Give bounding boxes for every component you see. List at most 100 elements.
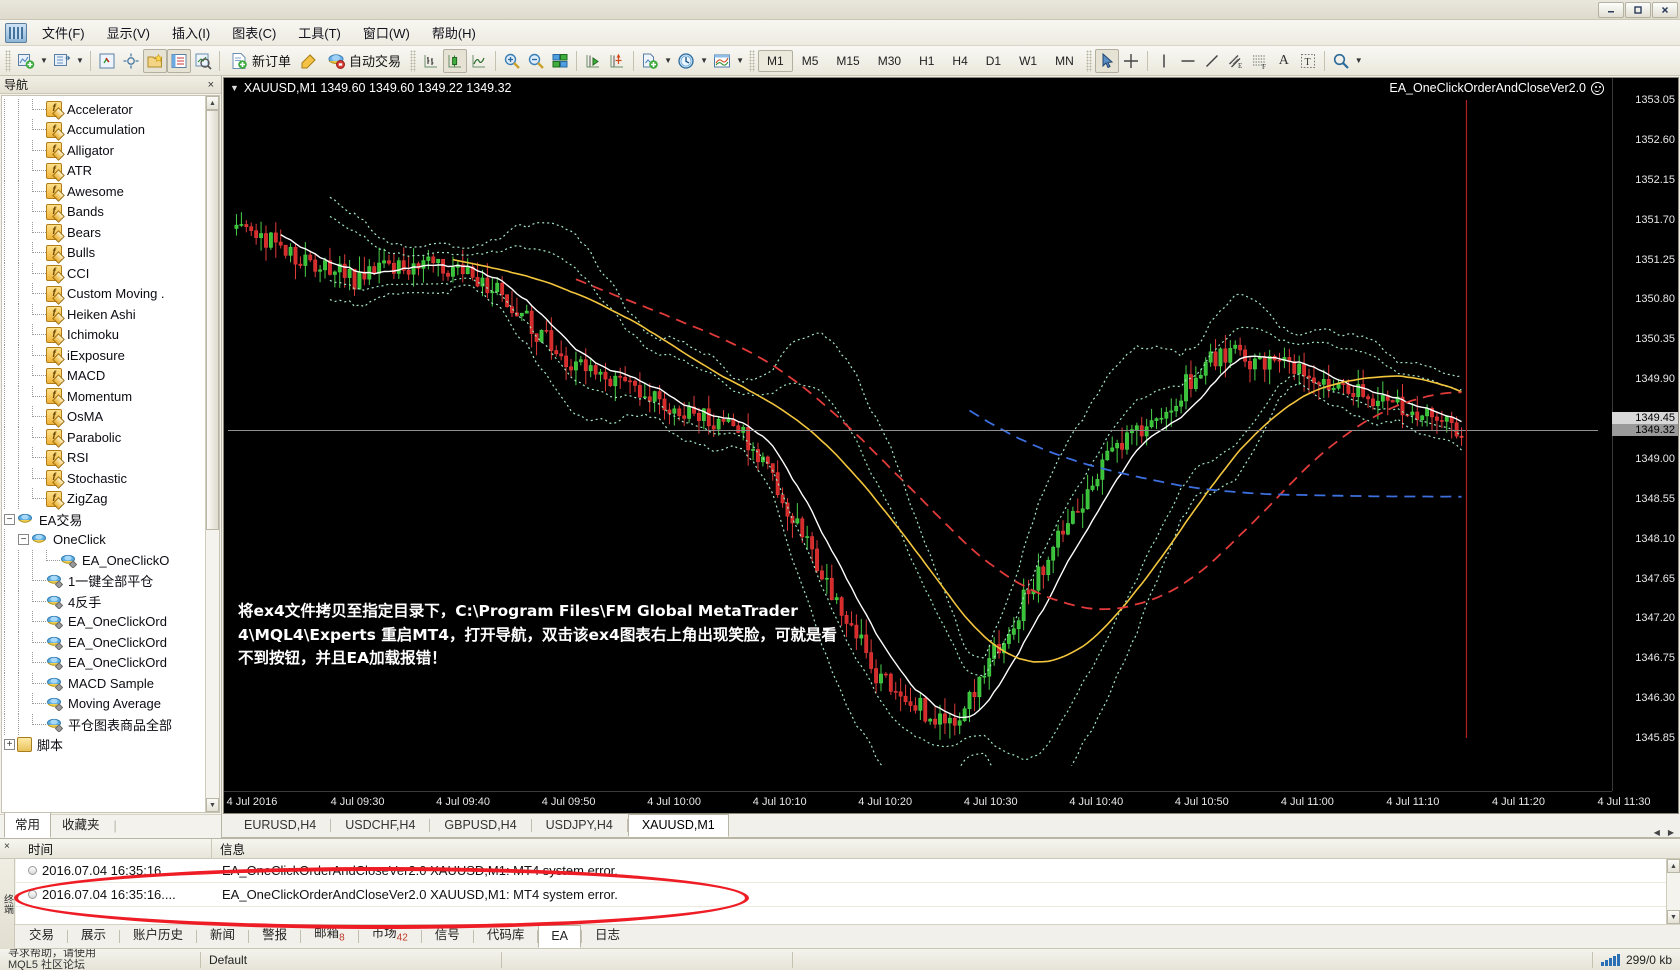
nav-item-平仓图表商品全部[interactable]: 平仓图表商品全部 [2,713,205,735]
bar-chart-button[interactable] [419,49,443,73]
column-header-message[interactable]: 信息 [212,839,1680,858]
autotrading-button[interactable]: 自动交易 [321,49,407,73]
terminal-scroll-track[interactable] [1667,873,1680,910]
timeframe-h4[interactable]: H4 [943,50,976,72]
tree-expander[interactable]: − [4,513,15,525]
navigator-scroll-track[interactable] [206,110,219,798]
nav-item-bulls[interactable]: f Bulls [2,242,205,264]
nav-item-alligator[interactable]: f Alligator [2,139,205,161]
chart-tab-xauusd[interactable]: XAUUSD,M1 [627,814,729,837]
data-window-button[interactable] [119,49,143,73]
terminal-tab-2[interactable]: 账户历史 [120,920,196,948]
table-row[interactable]: 2016.07.04 16:35:16.... EA_OneClickOrder… [16,859,1680,883]
navigator-scroll-thumb[interactable] [206,110,219,530]
menu-insert[interactable]: 插入(I) [161,20,221,45]
terminal-scroll-down-icon[interactable]: ▼ [1667,910,1680,924]
navigator-tab-common[interactable]: 常用 [4,810,52,838]
time-axis[interactable]: 4 Jul 2016 4 Jul 09:30 4 Jul 09:40 4 Jul 09… [224,791,1651,813]
cursor-tool-button[interactable] [1094,48,1119,73]
vertical-line-tool-button[interactable] [1152,49,1176,73]
toolbar-grip[interactable] [5,49,11,72]
timeframe-d1[interactable]: D1 [977,50,1010,72]
nav-item-atr[interactable]: f ATR [2,160,205,182]
nav-item-moving-average[interactable]: Moving Average [2,693,205,715]
navigator-scrollbar[interactable]: ▲ ▼ [205,96,219,812]
search-icon-button[interactable] [1329,49,1353,73]
nav-item-zigzag[interactable]: f ZigZag [2,488,205,510]
price-axis[interactable]: 1353.05 1352.60 1352.15 1351.70 1351.25 1350.… [1612,78,1678,791]
toolbar-grip-3[interactable] [749,49,756,72]
nav-item-parabolic[interactable]: f Parabolic [2,426,205,448]
menu-window[interactable]: 窗口(W) [352,20,421,45]
navigator-close-icon[interactable]: × [205,79,217,91]
profiles-button[interactable] [50,49,74,73]
nav-item-accumulation[interactable]: f Accumulation [2,119,205,141]
window-maximize-button[interactable] [1625,1,1651,18]
nav-item-脚本[interactable]: + 脚本 [2,735,205,756]
nav-item-macd-sample[interactable]: MACD Sample [2,672,205,694]
timeframe-m30[interactable]: M30 [869,50,910,72]
chart-tab-usdjpy[interactable]: USDJPY,H4 [532,814,627,837]
terminal-tab-5[interactable]: 邮箱8 [301,918,358,949]
nav-item-4反手[interactable]: 4反手 [2,590,205,612]
new-order-button[interactable]: 新订单 [224,49,297,73]
horizontal-line-tool-button[interactable] [1176,49,1200,73]
terminal-message-list[interactable]: 2016.07.04 16:35:16.... EA_OneClickOrder… [16,859,1680,924]
menu-file[interactable]: 文件(F) [31,20,96,45]
equidistant-channel-tool-button[interactable]: E [1224,49,1248,73]
terminal-tab-0[interactable]: 交易 [16,920,67,948]
timeframe-m5[interactable]: M5 [793,50,828,72]
tile-windows-button[interactable] [548,49,572,73]
candlestick-chart-button[interactable] [443,48,468,73]
zoom-out-button[interactable] [524,49,548,73]
terminal-tab-4[interactable]: 警报 [249,920,300,948]
add-indicator-button[interactable] [638,49,662,73]
line-chart-button[interactable] [467,49,491,73]
zoom-in-button[interactable] [500,49,524,73]
tree-expander[interactable]: − [18,534,29,546]
trendline-tool-button[interactable] [1200,49,1224,73]
profiles-dropdown-caret[interactable]: ▼ [74,56,86,65]
nav-item-rsi[interactable]: f RSI [2,447,205,469]
add-indicator-dropdown-caret[interactable]: ▼ [662,56,674,65]
window-close-button[interactable] [1652,1,1678,18]
fibonacci-tool-button[interactable]: F [1248,49,1272,73]
nav-item-heiken-ashi[interactable]: f Heiken Ashi [2,303,205,325]
nav-item-stochastic[interactable]: f Stochastic [2,467,205,489]
templates-dropdown-caret[interactable]: ▼ [734,56,746,65]
terminal-tab-10[interactable]: 日志 [582,920,633,948]
nav-item-awesome[interactable]: f Awesome [2,180,205,202]
chart-tabs-right-arrow-icon[interactable]: ▶ [1664,828,1678,837]
column-header-time[interactable]: 时间 [16,839,212,858]
terminal-tab-1[interactable]: 展示 [68,920,119,948]
new-chart-dropdown-caret[interactable]: ▼ [38,56,50,65]
tree-expander[interactable]: + [4,739,15,751]
chart-tab-usdchf[interactable]: USDCHF,H4 [331,814,429,837]
navigator-tab-favorites[interactable]: 收藏夹 [51,810,111,838]
period-button[interactable] [674,49,698,73]
terminal-scroll-up-icon[interactable]: ▲ [1667,859,1680,873]
menu-tools[interactable]: 工具(T) [287,20,352,45]
nav-item-ea_oneclicko[interactable]: EA_OneClickO [2,549,205,571]
nav-item-ea交易[interactable]: − EA交易 [2,509,205,530]
nav-item-cci[interactable]: f CCI [2,262,205,284]
menu-view[interactable]: 显示(V) [96,20,161,45]
nav-item-macd[interactable]: f MACD [2,365,205,387]
crosshair-tool-button[interactable] [1119,49,1143,73]
chart-tab-eurusd[interactable]: EURUSD,H4 [230,814,330,837]
menu-charts[interactable]: 图表(C) [221,20,287,45]
nav-item-ichimoku[interactable]: f Ichimoku [2,324,205,346]
nav-item-iexposure[interactable]: f iExposure [2,344,205,366]
timeframe-mn[interactable]: MN [1046,50,1083,72]
window-minimize-button[interactable] [1598,1,1624,18]
table-row[interactable]: 2016.07.04 16:35:16.... EA_OneClickOrder… [16,883,1680,907]
shift-chart-button[interactable] [581,49,605,73]
nav-item-oneclick[interactable]: − OneClick [2,529,205,551]
nav-item-ea_oneclickord[interactable]: EA_OneClickOrd [2,631,205,653]
status-connection[interactable]: 299/0 kb [1593,949,1680,970]
nav-item-custom-moving-.[interactable]: f Custom Moving . [2,283,205,305]
navigator-button[interactable] [143,48,167,73]
chart-tab-gbpusd[interactable]: GBPUSD,H4 [430,814,530,837]
period-dropdown-caret[interactable]: ▼ [698,56,710,65]
terminal-tab-6[interactable]: 市场42 [359,918,421,949]
